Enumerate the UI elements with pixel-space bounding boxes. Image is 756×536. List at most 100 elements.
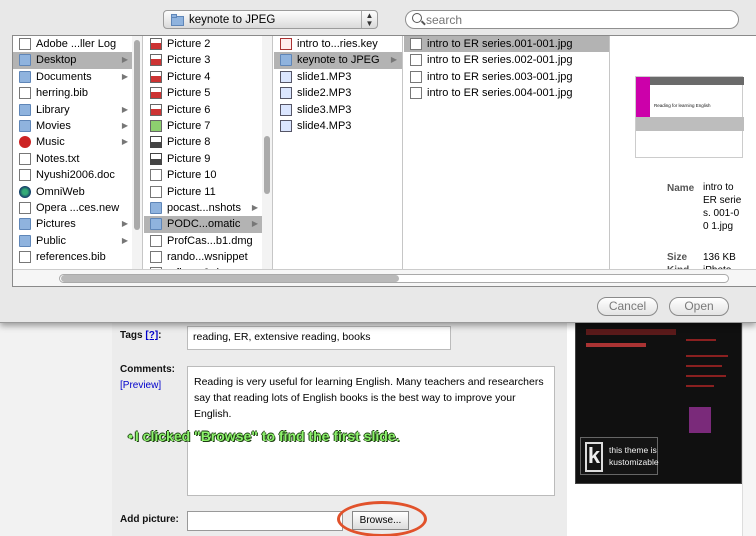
disclosure-arrow-icon: ▶ bbox=[121, 120, 128, 130]
file-row[interactable]: Nyushi2006.doc bbox=[13, 167, 142, 183]
document-icon bbox=[410, 70, 422, 83]
file-row[interactable]: rando...wsnippet bbox=[144, 249, 272, 265]
open-button[interactable]: Open bbox=[669, 297, 729, 316]
cancel-button[interactable]: Cancel bbox=[597, 297, 658, 316]
file-row[interactable]: Desktop ▶ bbox=[13, 52, 142, 69]
column-1-scrollbar[interactable] bbox=[132, 36, 142, 269]
file-row[interactable]: intro to ER series.002-001.jpg bbox=[404, 52, 609, 68]
tags-input[interactable]: reading, ER, extensive reading, books bbox=[187, 326, 451, 350]
column-2-scrollbar[interactable] bbox=[262, 36, 272, 269]
file-row[interactable]: Notes.txt bbox=[13, 151, 142, 167]
tags-label: Tags bbox=[120, 330, 143, 341]
document-icon bbox=[19, 87, 31, 100]
audio-icon bbox=[280, 87, 292, 100]
comments-text: Reading is very useful for learning Engl… bbox=[194, 376, 544, 420]
folder-icon bbox=[19, 103, 31, 116]
browser-column-3[interactable]: intro to...ries.key keynote to JPEG ▶ slide… bbox=[274, 36, 403, 269]
file-row[interactable]: Picture 10 bbox=[144, 167, 272, 183]
file-name: slide2.MP3 bbox=[297, 87, 352, 100]
theme-thumbnail[interactable]: k this theme is kustomizable bbox=[575, 320, 742, 484]
file-name: Picture 8 bbox=[167, 136, 211, 149]
file-row[interactable]: herring.bib bbox=[13, 85, 142, 101]
file-row[interactable]: keynote to JPEG ▶ bbox=[274, 52, 402, 69]
file-row[interactable]: intro to ER series.003-001.jpg bbox=[404, 69, 609, 85]
audio-icon bbox=[280, 119, 292, 132]
file-row[interactable]: Public ▶ bbox=[13, 233, 142, 249]
file-row[interactable]: Movies ▶ bbox=[13, 118, 142, 134]
horizontal-scrollbar[interactable] bbox=[13, 269, 756, 286]
file-row[interactable]: references.bib bbox=[13, 249, 142, 265]
picture-icon bbox=[150, 70, 162, 83]
file-row[interactable]: Picture 9 bbox=[144, 151, 272, 167]
file-row[interactable]: Picture 6 bbox=[144, 102, 272, 118]
tags-help-link[interactable]: [?] bbox=[145, 330, 158, 341]
browser-column-2[interactable]: Picture 2 Picture 3 Picture 4 Picture 5 Pict… bbox=[144, 36, 273, 269]
file-row[interactable]: Picture 5 bbox=[144, 85, 272, 101]
file-name: PODC...omatic bbox=[167, 218, 241, 231]
file-row[interactable]: Picture 7 bbox=[144, 118, 272, 134]
document-icon bbox=[410, 87, 422, 100]
file-row[interactable]: OmniWeb bbox=[13, 184, 142, 200]
slide-gray-band bbox=[636, 117, 744, 131]
scroll-thumb[interactable] bbox=[61, 275, 399, 282]
file-row[interactable]: Adobe ...ller Log bbox=[13, 36, 142, 52]
file-row[interactable]: Pictures ▶ bbox=[13, 216, 142, 232]
left-gutter bbox=[0, 322, 112, 536]
audio-icon bbox=[280, 70, 292, 83]
file-row[interactable]: ProfCas...b1.dmg bbox=[144, 233, 272, 249]
file-row[interactable]: slide2.MP3 bbox=[274, 85, 402, 101]
file-row[interactable]: slide4.MP3 bbox=[274, 118, 402, 134]
name-value: intro to ER series. 001-00 1.jpg bbox=[703, 182, 742, 232]
file-row[interactable]: Picture 4 bbox=[144, 69, 272, 85]
file-row[interactable]: Documents ▶ bbox=[13, 69, 142, 85]
file-row[interactable]: Music ▶ bbox=[13, 134, 142, 150]
file-row[interactable]: intro to...ries.key bbox=[274, 36, 402, 52]
folder-icon bbox=[19, 119, 31, 132]
document-icon bbox=[19, 38, 31, 50]
document-icon bbox=[150, 234, 162, 247]
document-icon bbox=[19, 169, 31, 182]
preview-pane: Reading for learning English Name intro … bbox=[611, 36, 756, 276]
file-row[interactable]: Picture 2 bbox=[144, 36, 272, 52]
file-row[interactable]: pocast...nshots ▶ bbox=[144, 200, 272, 216]
browser-column-4[interactable]: intro to ER series.001-001.jpg intro to E… bbox=[404, 36, 610, 269]
file-name: slide4.MP3 bbox=[297, 119, 352, 132]
file-name: Notes.txt bbox=[36, 152, 80, 165]
add-picture-field[interactable] bbox=[187, 511, 343, 531]
search-input[interactable] bbox=[426, 12, 726, 27]
file-name: Movies bbox=[36, 119, 71, 132]
disclosure-arrow-icon: ▶ bbox=[121, 219, 128, 229]
document-icon bbox=[410, 38, 422, 50]
file-row[interactable]: slide1.MP3 bbox=[274, 69, 402, 85]
scroll-thumb[interactable] bbox=[264, 136, 270, 194]
file-name: intro to ER series.001-001.jpg bbox=[427, 38, 573, 50]
scroll-thumb[interactable] bbox=[134, 40, 140, 230]
file-name: Picture 7 bbox=[167, 119, 211, 132]
thumb-text-line bbox=[686, 375, 726, 377]
file-row[interactable]: Picture 8 bbox=[144, 134, 272, 150]
disclosure-arrow-icon: ▶ bbox=[121, 55, 128, 65]
folder-icon bbox=[19, 234, 31, 247]
browser-column-1[interactable]: Adobe ...ller Log Desktop ▶ Documents ▶ herri… bbox=[13, 36, 143, 269]
file-row[interactable]: slide3.MP3 bbox=[274, 102, 402, 118]
picture-bar-icon bbox=[150, 152, 162, 165]
preview-link[interactable]: [Preview] bbox=[120, 380, 161, 391]
document-icon bbox=[150, 185, 162, 198]
location-popup[interactable]: keynote to JPEG ▲ ▼ bbox=[163, 10, 378, 29]
file-row[interactable]: Opera ...ces.new bbox=[13, 200, 142, 216]
file-row[interactable]: intro to ER series.001-001.jpg bbox=[404, 36, 609, 53]
file-row[interactable]: Picture 3 bbox=[144, 52, 272, 68]
picture-icon bbox=[150, 38, 162, 50]
file-row[interactable]: PODC...omatic ▶ bbox=[144, 216, 272, 233]
folder-icon bbox=[19, 70, 31, 83]
comments-label: Comments: bbox=[120, 364, 176, 375]
file-row[interactable]: Picture 11 bbox=[144, 184, 272, 200]
search-field[interactable] bbox=[405, 10, 739, 29]
document-icon bbox=[19, 201, 31, 214]
column-browser: Adobe ...ller Log Desktop ▶ Documents ▶ herri… bbox=[12, 35, 756, 287]
annotation-text: I clicked "Browse" to find the first sli… bbox=[134, 428, 400, 444]
picture-icon bbox=[150, 54, 162, 67]
picture-bar-icon bbox=[150, 136, 162, 149]
file-row[interactable]: intro to ER series.004-001.jpg bbox=[404, 85, 609, 101]
file-row[interactable]: Library ▶ bbox=[13, 102, 142, 118]
